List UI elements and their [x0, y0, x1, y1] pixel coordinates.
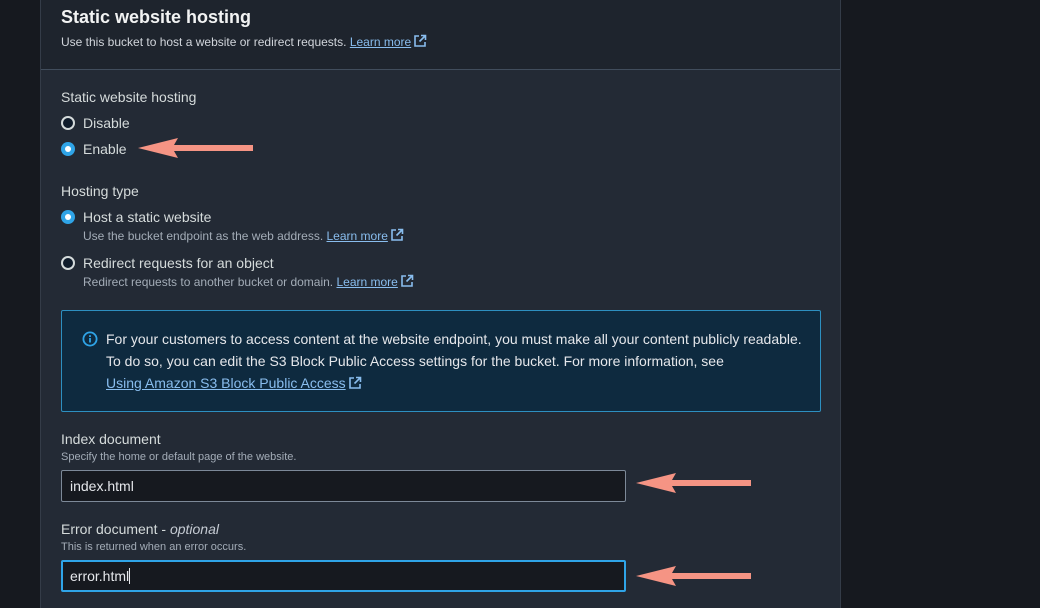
index-document-input[interactable]: index.html: [61, 470, 626, 502]
index-document-description: Specify the home or default page of the …: [61, 451, 297, 463]
panel-description: Use this bucket to host a website or red…: [61, 34, 427, 51]
error-document-value: error.html: [70, 568, 130, 584]
radio-redirect-control[interactable]: [61, 256, 75, 270]
optional-tag: optional: [169, 521, 219, 537]
error-document-label: Error document - optional: [61, 521, 219, 537]
panel-title: Static website hosting: [61, 7, 252, 27]
radio-disable-control[interactable]: [61, 116, 75, 130]
radio-host-static-label: Host a static website: [83, 209, 212, 225]
block-public-access-link[interactable]: Using Amazon S3 Block Public Access: [106, 375, 346, 391]
radio-host-static-description: Use the bucket endpoint as the web addre…: [83, 228, 404, 245]
panel-header: Static website hosting Use this bucket t…: [41, 0, 840, 70]
info-alert-message: For your customers to access content at …: [106, 331, 802, 369]
external-link-icon[interactable]: [348, 374, 362, 396]
external-link-icon[interactable]: [400, 274, 414, 291]
public-access-info-alert: For your customers to access content at …: [61, 310, 821, 412]
host-static-learn-more-label: Learn more: [326, 229, 388, 243]
learn-more-link[interactable]: Learn more: [350, 35, 411, 49]
radio-enable-control[interactable]: [61, 142, 75, 156]
block-public-access-label: Using Amazon S3 Block Public Access: [106, 375, 346, 391]
hosting-label: Static website hosting: [61, 89, 197, 105]
panel-description-text: Use this bucket to host a website or red…: [61, 35, 347, 49]
radio-disable[interactable]: Disable: [61, 114, 130, 132]
page: Static website hosting Use this bucket t…: [0, 0, 1040, 608]
radio-disable-label: Disable: [83, 115, 130, 131]
host-static-learn-more-link[interactable]: Learn more: [327, 229, 388, 243]
redirect-learn-more-label: Learn more: [336, 275, 398, 289]
hosting-type-label: Hosting type: [61, 183, 139, 199]
static-website-hosting-panel: Static website hosting Use this bucket t…: [40, 0, 841, 608]
radio-enable[interactable]: Enable: [61, 140, 127, 158]
radio-enable-label: Enable: [83, 141, 127, 157]
annotation-arrow: [138, 138, 253, 158]
radio-redirect-description: Redirect requests to another bucket or d…: [83, 274, 414, 291]
info-alert-text: For your customers to access content at …: [106, 328, 806, 396]
redirect-description-text: Redirect requests to another bucket or d…: [83, 275, 334, 289]
radio-redirect-label: Redirect requests for an object: [83, 255, 274, 271]
error-document-label-text: Error document: [61, 521, 158, 537]
index-document-label: Index document: [61, 431, 161, 447]
radio-host-static-control[interactable]: [61, 210, 75, 224]
annotation-arrow: [636, 566, 751, 586]
external-link-icon[interactable]: [413, 34, 427, 51]
index-document-value: index.html: [70, 478, 134, 494]
radio-host-static[interactable]: Host a static website: [61, 208, 211, 226]
host-static-description-text: Use the bucket endpoint as the web addre…: [83, 229, 324, 243]
info-icon: [82, 331, 98, 352]
learn-more-label: Learn more: [349, 35, 412, 49]
external-link-icon[interactable]: [390, 228, 404, 245]
error-document-description: This is returned when an error occurs.: [61, 541, 247, 553]
text-caret: [129, 568, 131, 584]
annotation-arrow: [636, 473, 751, 493]
radio-redirect[interactable]: Redirect requests for an object: [61, 254, 274, 272]
error-document-input[interactable]: error.html: [61, 560, 626, 592]
redirect-learn-more-link[interactable]: Learn more: [336, 275, 397, 289]
